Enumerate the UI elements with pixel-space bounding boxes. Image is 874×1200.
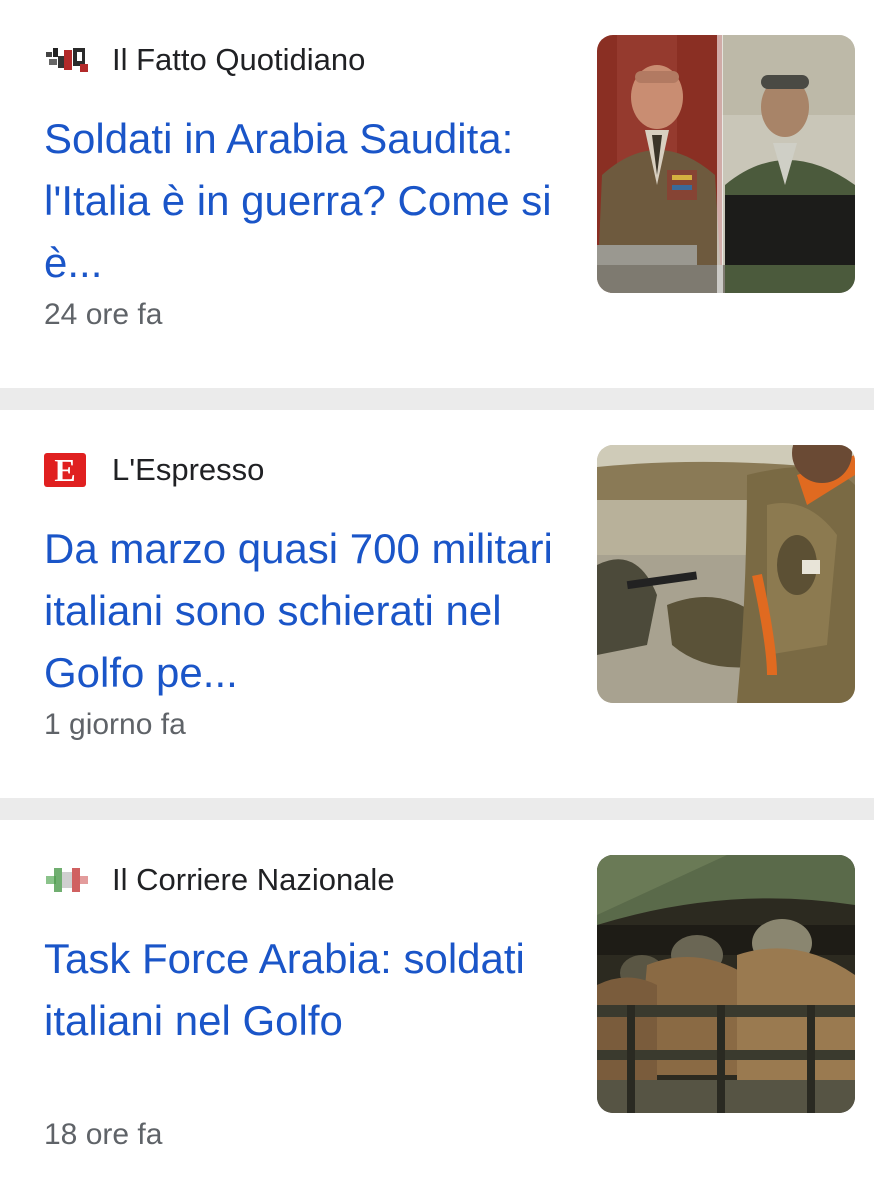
article-headline[interactable]: Soldati in Arabia Saudita: l'Italia è in…	[44, 108, 564, 294]
fatto-quotidiano-logo-icon	[44, 42, 92, 78]
espresso-logo-icon: E	[44, 452, 92, 488]
soldier-prone-in-field-image[interactable]	[597, 445, 855, 703]
card-divider	[0, 388, 874, 410]
news-card[interactable]: E L'Espresso Da marzo quasi 700 militari…	[0, 410, 874, 798]
news-card[interactable]: Il Corriere Nazionale Task Force Arabia:…	[0, 820, 874, 1192]
source-name: Il Corriere Nazionale	[112, 862, 395, 897]
espresso-logo-letter: E	[44, 453, 86, 487]
news-card[interactable]: Il Fatto Quotidiano Soldati in Arabia Sa…	[0, 0, 874, 388]
two-officers-at-desk-image[interactable]	[597, 35, 855, 293]
source-row: E L'Espresso	[44, 452, 264, 488]
article-headline[interactable]: Da marzo quasi 700 militari italiani son…	[44, 518, 564, 704]
article-time: 1 giorno fa	[44, 708, 186, 741]
source-row: Il Fatto Quotidiano	[44, 42, 365, 78]
source-name: Il Fatto Quotidiano	[112, 42, 366, 77]
source-row: Il Corriere Nazionale	[44, 862, 395, 898]
article-headline[interactable]: Task Force Arabia: soldati italiani nel …	[44, 928, 564, 1052]
corriere-nazionale-logo-icon	[44, 862, 92, 898]
card-divider	[0, 798, 874, 820]
soldiers-in-truck-image[interactable]	[597, 855, 855, 1113]
source-name: L'Espresso	[112, 452, 265, 487]
article-time: 24 ore fa	[44, 298, 163, 331]
article-time: 18 ore fa	[44, 1118, 163, 1151]
